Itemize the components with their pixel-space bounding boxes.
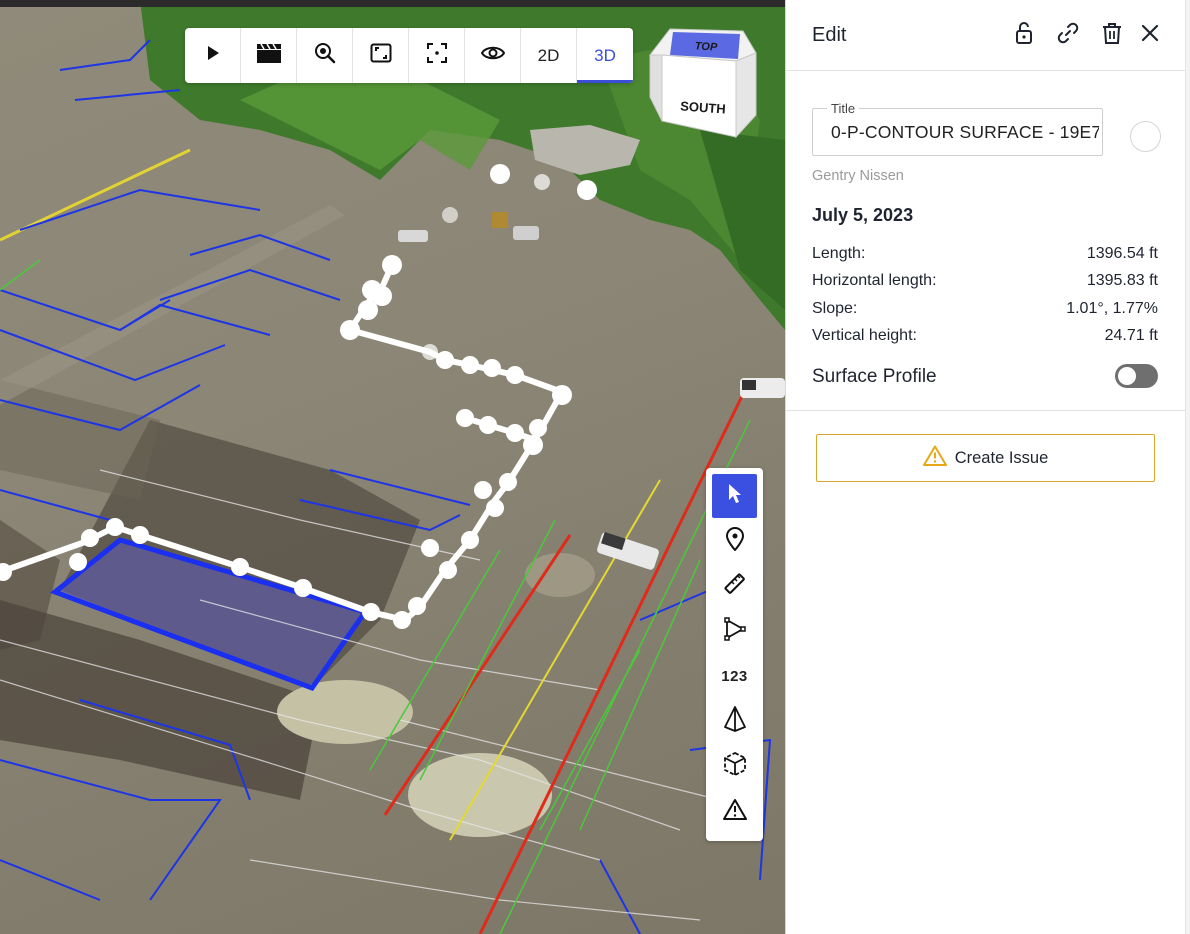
title-input[interactable] [831, 122, 1099, 143]
panel-divider [786, 410, 1185, 411]
create-issue-button[interactable]: Create Issue [816, 434, 1155, 482]
window-top-strip [0, 0, 785, 7]
color-picker-button[interactable] [1130, 121, 1161, 152]
surface-profile-label: Surface Profile [812, 366, 937, 387]
count-tool-button[interactable]: 123 [712, 654, 757, 698]
stat-label: Vertical height: [812, 327, 917, 344]
measure-tool-button[interactable] [712, 564, 757, 608]
eye-icon [480, 45, 505, 66]
title-field: Title [812, 101, 1103, 156]
viewcube-south-label: SOUTH [680, 98, 726, 116]
fit-frame-icon [370, 43, 392, 68]
issue-tool-button[interactable] [712, 789, 757, 833]
capture-date: July 5, 2023 [812, 205, 914, 225]
view-cube[interactable]: TOP SOUTH [648, 25, 760, 140]
share-link-button[interactable] [1055, 22, 1081, 48]
play-icon [206, 45, 220, 66]
location-tool-button[interactable] [712, 519, 757, 563]
visibility-button[interactable] [465, 28, 521, 83]
view-toolbar: 2D 3D [185, 28, 633, 83]
flythrough-button[interactable] [241, 28, 297, 83]
zoom-search-icon [314, 42, 336, 69]
delete-button[interactable] [1099, 22, 1125, 48]
edit-panel-header: Edit [786, 0, 1185, 71]
zoom-button[interactable] [297, 28, 353, 83]
lock-button[interactable] [1011, 21, 1037, 49]
surface-profile-toggle[interactable] [1115, 364, 1158, 388]
edit-panel: Edit Title 0-P-CONTOUR SURFACE - 19E7 Ge… [785, 0, 1190, 934]
cube-icon [722, 751, 748, 782]
volume-pyramid-icon [723, 705, 746, 737]
clapperboard-icon [256, 42, 282, 69]
ruler-icon [723, 572, 747, 601]
location-pin-icon [725, 526, 745, 556]
focus-frame-icon [426, 43, 447, 68]
stat-row-slope: Slope: 1.01°, 1.77% [812, 300, 1158, 322]
create-issue-label: Create Issue [954, 448, 1049, 467]
box-tool-button[interactable] [712, 744, 757, 788]
author-name: Gentry Nissen [812, 168, 904, 184]
stat-value: 1.01°, 1.77% [1066, 300, 1158, 317]
count-tool-label: 123 [721, 667, 748, 685]
polyline-tool-button[interactable] [712, 609, 757, 653]
pointer-icon [727, 483, 743, 510]
stat-label: Slope: [812, 300, 858, 317]
title-field-label: Title [827, 101, 860, 116]
volume-tool-button[interactable] [712, 699, 757, 743]
panel-title: Edit [812, 24, 847, 46]
view-2d-label: 2D [537, 45, 560, 65]
view-3d-label: 3D [594, 45, 616, 65]
stat-value: 24.71 ft [1104, 327, 1158, 344]
warning-icon [722, 798, 747, 825]
play-button[interactable] [185, 28, 241, 83]
lock-icon [1015, 21, 1033, 49]
close-icon [1141, 24, 1159, 47]
tool-palette: 123 [706, 468, 763, 841]
stat-row-vertical-height: Vertical height: 24.71 ft [812, 327, 1158, 349]
view-3d-button[interactable]: 3D [577, 28, 633, 83]
viewcube-top-label: TOP [694, 40, 718, 53]
trash-icon [1102, 22, 1122, 49]
map-viewport[interactable]: 2D 3D TOP SOUTH 123 [0, 0, 785, 934]
toggle-knob [1118, 367, 1136, 385]
stat-value: 1396.54 ft [1086, 245, 1158, 262]
stat-row-horizontal-length: Horizontal length: 1395.83 ft [812, 272, 1158, 294]
stat-label: Horizontal length: [812, 272, 937, 289]
stat-label: Length: [812, 245, 866, 262]
close-button[interactable] [1137, 22, 1163, 48]
polyline-icon [723, 616, 747, 646]
stat-row-length: Length: 1396.54 ft [812, 245, 1158, 267]
warning-icon [922, 445, 947, 471]
panel-scrollbar[interactable] [1185, 0, 1190, 934]
link-icon [1057, 22, 1079, 49]
stat-value: 1395.83 ft [1086, 272, 1158, 289]
fit-view-button[interactable] [353, 28, 409, 83]
focus-button[interactable] [409, 28, 465, 83]
view-2d-button[interactable]: 2D [521, 28, 577, 83]
select-tool-button[interactable] [712, 474, 757, 518]
site-3d-scene[interactable] [0, 0, 785, 934]
